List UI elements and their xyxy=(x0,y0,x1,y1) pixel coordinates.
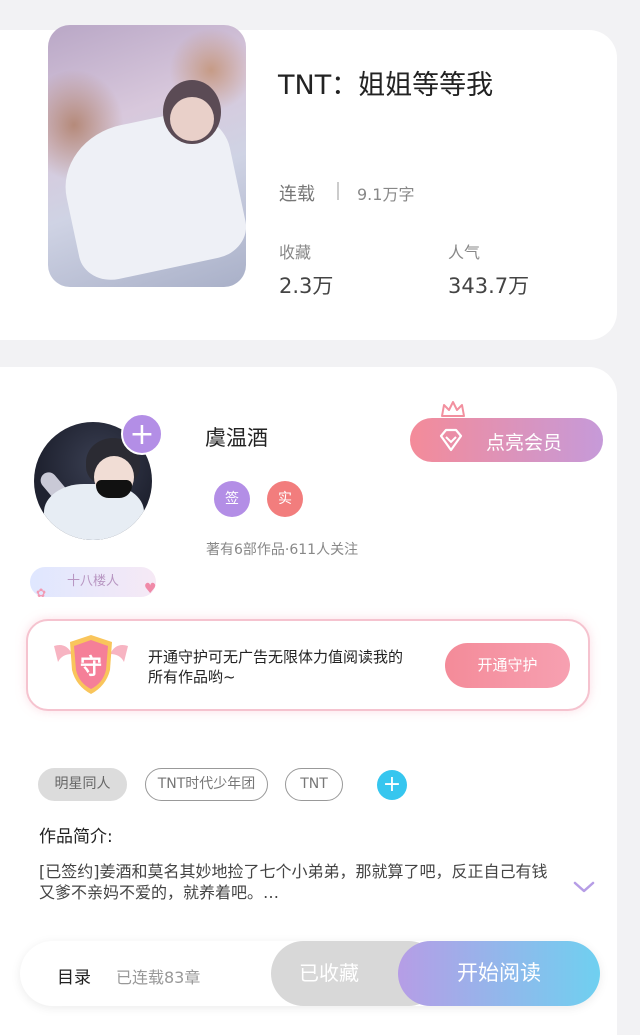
guard-description: 开通守护可无广告无限体力值阅读我的所有作品哟~ xyxy=(148,648,404,686)
signed-badge: 签 xyxy=(214,481,250,517)
vip-button[interactable]: 点亮会员 xyxy=(410,418,603,462)
genre-tag[interactable]: TNT xyxy=(285,768,343,801)
popularity-value: 343.7万 xyxy=(448,274,530,298)
divider xyxy=(337,182,339,200)
intro-text: [已签约]姜酒和莫名其妙地捡了七个小弟弟，那就算了吧，反正自己有钱又爹不亲妈不爱… xyxy=(39,862,548,902)
toc-button[interactable]: 目录 xyxy=(57,963,91,988)
chevron-down-icon[interactable] xyxy=(573,880,595,894)
author-level-badge: 十八楼人 xyxy=(30,567,156,597)
book-cover-image[interactable] xyxy=(48,25,246,287)
add-tag-button[interactable]: + xyxy=(377,770,407,800)
heart-icon: ♥ xyxy=(144,581,157,597)
genre-tag[interactable]: 明星同人 xyxy=(38,768,127,801)
genre-tag[interactable]: TNT时代少年团 xyxy=(145,768,268,801)
diamond-icon xyxy=(439,428,463,452)
crown-icon xyxy=(441,401,465,417)
open-guard-button[interactable]: 开通守护 xyxy=(445,643,570,688)
star-icon: ✿ xyxy=(36,586,47,600)
verified-badge: 实 xyxy=(267,481,303,517)
word-count: 9.1万字 xyxy=(357,185,415,204)
start-reading-button[interactable]: 开始阅读 xyxy=(398,941,600,1006)
favorites-label: 收藏 xyxy=(279,243,312,262)
book-status: 连载 xyxy=(279,184,315,205)
intro-label: 作品简介: xyxy=(39,827,113,847)
follow-author-button[interactable]: + xyxy=(121,413,163,455)
chapter-count: 已连载83章 xyxy=(116,968,201,987)
svg-text:守: 守 xyxy=(80,654,102,680)
author-name[interactable]: 虞温酒 xyxy=(205,422,268,452)
author-meta: 著有6部作品·611人关注 xyxy=(206,542,359,558)
book-title: TNT：姐姐等等我 xyxy=(278,70,494,101)
shield-icon: 守 xyxy=(54,635,128,694)
vip-button-label: 点亮会员 xyxy=(486,432,563,454)
favorites-value: 2.3万 xyxy=(279,274,334,298)
popularity-label: 人气 xyxy=(448,243,481,262)
